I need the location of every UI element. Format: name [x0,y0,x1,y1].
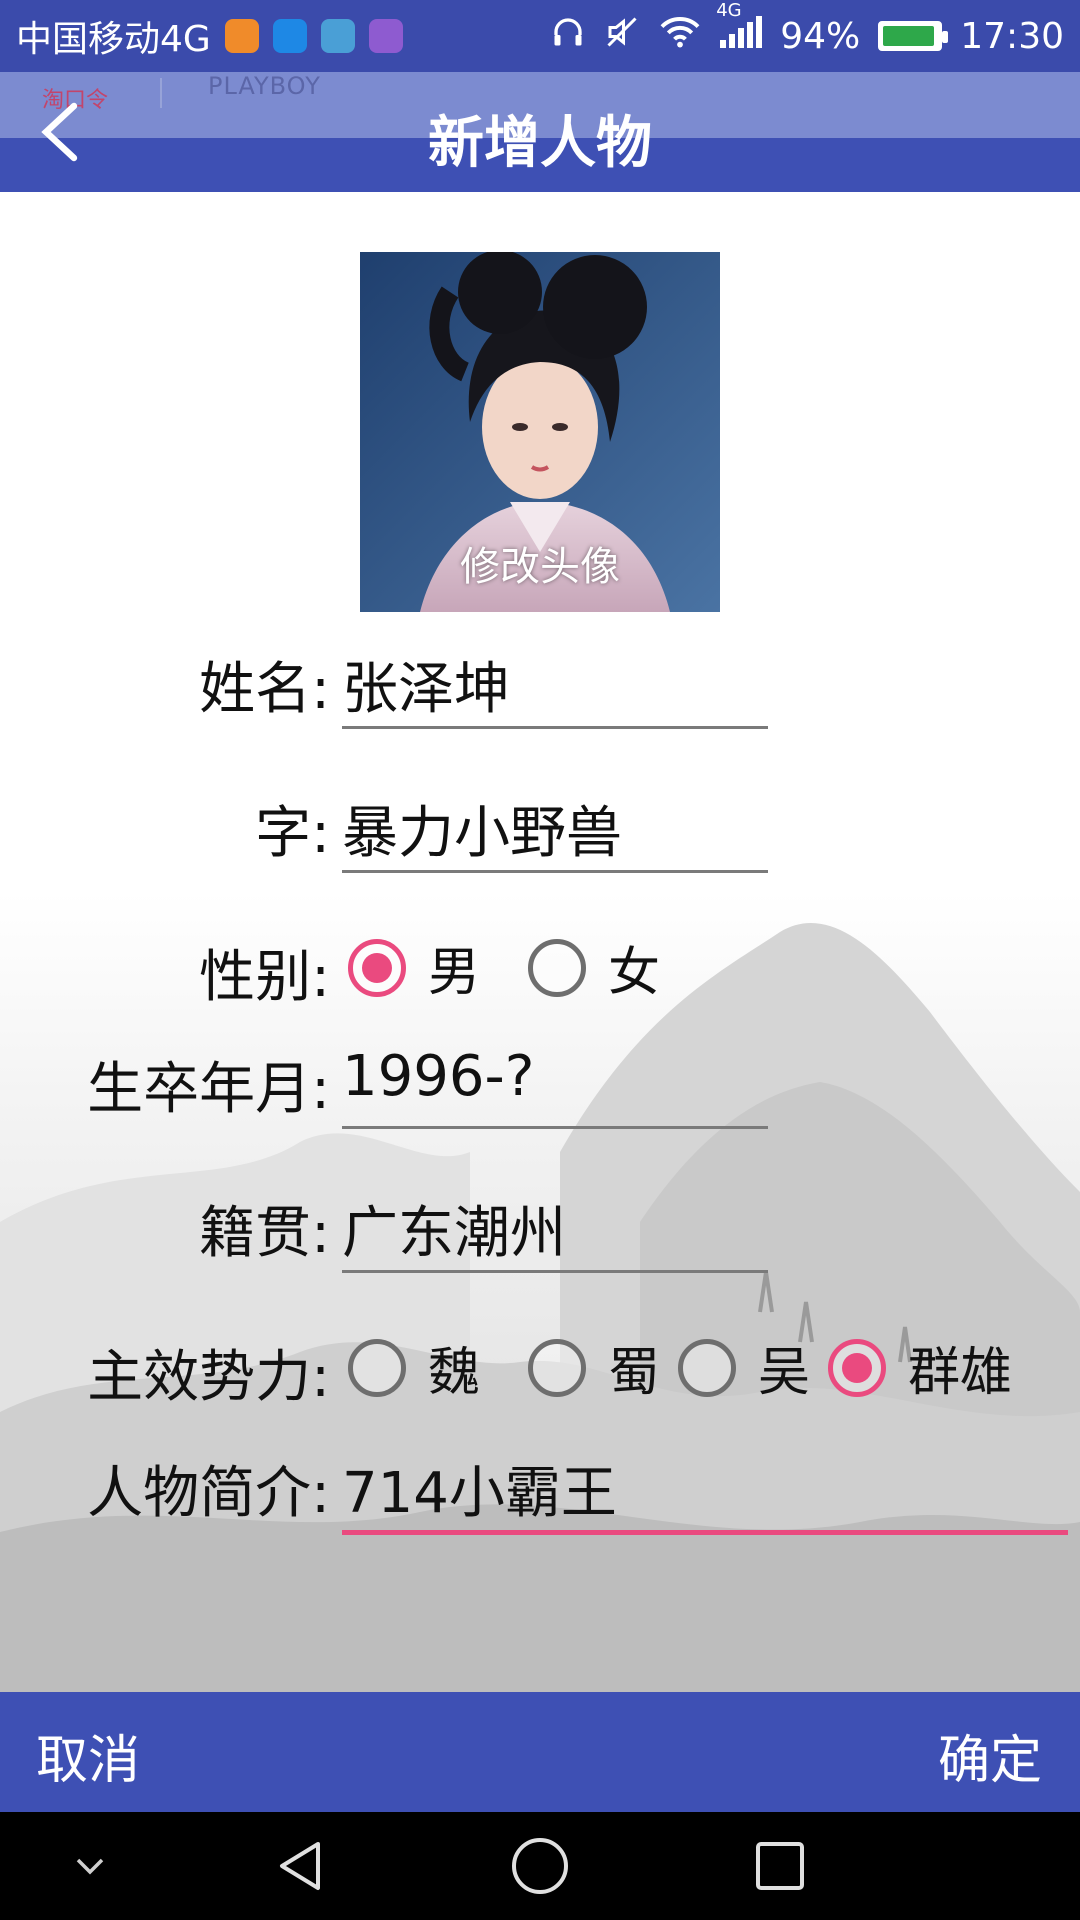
hometown-input[interactable]: 广东潮州 [342,1188,566,1269]
lifespan-input[interactable]: 1996-? [342,1044,534,1109]
radio-unchecked-icon [678,1338,736,1397]
faction-radio-qunxiong[interactable]: 群雄 [828,1330,1012,1405]
faction-option-label: 魏 [428,1343,481,1403]
faction-option-label: 吴 [758,1343,811,1403]
cancel-button[interactable]: 取消 [36,1718,140,1793]
radio-checked-icon [828,1338,886,1397]
hometown-label: 籍贯: [199,1201,330,1266]
chevron-down-icon [76,1858,104,1875]
radio-unchecked-icon [348,1338,406,1397]
status-bar: 中国移动4G 4G 94% 17:30 [0,0,1080,72]
lifespan-underline [342,1126,768,1129]
back-nav-button[interactable] [264,1830,336,1902]
home-nav-button[interactable] [504,1830,576,1902]
clock: 17:30 [960,15,1064,57]
radio-unchecked-icon [528,1338,586,1397]
home-circle-icon [512,1838,568,1894]
battery-percent: 94% [780,15,861,57]
intro-label: 人物简介: [87,1461,330,1526]
radio-checked-icon [348,938,406,997]
gender-radio-female[interactable]: 女 [528,930,660,1005]
recents-nav-button[interactable] [744,1830,816,1902]
gender-radio-male[interactable]: 男 [348,930,480,1005]
gender-option-label: 男 [428,943,481,1003]
gender-option-label: 女 [608,943,661,1003]
faction-radio-wu[interactable]: 吴 [678,1330,810,1405]
lifespan-label: 生卒年月: [87,1057,330,1122]
faction-label: 主效势力: [87,1345,330,1410]
battery-icon [878,21,949,51]
name-input[interactable]: 张泽坤 [342,644,510,725]
intro-input[interactable]: 714小霸王 [342,1448,617,1529]
gender-label: 性别: [199,945,330,1010]
faction-option-label: 蜀 [608,1343,661,1403]
confirm-button[interactable]: 确定 [938,1718,1042,1793]
page-title: 新增人物 [428,111,652,176]
app-header: 淘口令 PLAYBOY 新增人物 [0,72,1080,192]
faction-option-label: 群雄 [908,1343,1013,1403]
form-content: 修改头像 姓名: 张泽坤 字: 暴力小野兽 性别: 男 女 生卒年月: 1996… [0,192,1080,1692]
courtesy-name-label: 字: [255,801,330,866]
headphones-icon [550,14,586,59]
app-icon [272,19,307,53]
courtesy-name-input[interactable]: 暴力小野兽 [342,788,622,869]
intro-underline-focused [342,1530,1068,1535]
name-underline [342,726,768,729]
faction-radio-shu[interactable]: 蜀 [528,1330,660,1405]
mute-icon [604,14,640,59]
overlay-brand: PLAYBOY [208,72,321,100]
wifi-icon [658,14,702,59]
recents-square-icon [756,1842,804,1890]
faction-radio-wei[interactable]: 魏 [348,1330,480,1405]
system-nav-bar [0,1812,1080,1920]
hometown-underline [342,1270,768,1273]
name-label: 姓名: [199,657,330,722]
bottom-action-bar: 取消 确定 [0,1692,1080,1812]
courtesy-name-underline [342,870,768,873]
change-avatar-label[interactable]: 修改头像 [360,534,720,592]
radio-unchecked-icon [528,938,586,997]
avatar-image[interactable]: 修改头像 [360,252,720,612]
network-type-badge: 4G [716,0,742,21]
uc-browser-icon [224,19,259,53]
hide-keyboard-button[interactable] [54,1830,126,1902]
back-triangle-icon [280,1842,320,1890]
carrier-label: 中国移动4G [16,19,211,60]
android-icon [320,19,355,53]
signal-icon: 4G [716,0,763,57]
gallery-icon [368,19,403,53]
